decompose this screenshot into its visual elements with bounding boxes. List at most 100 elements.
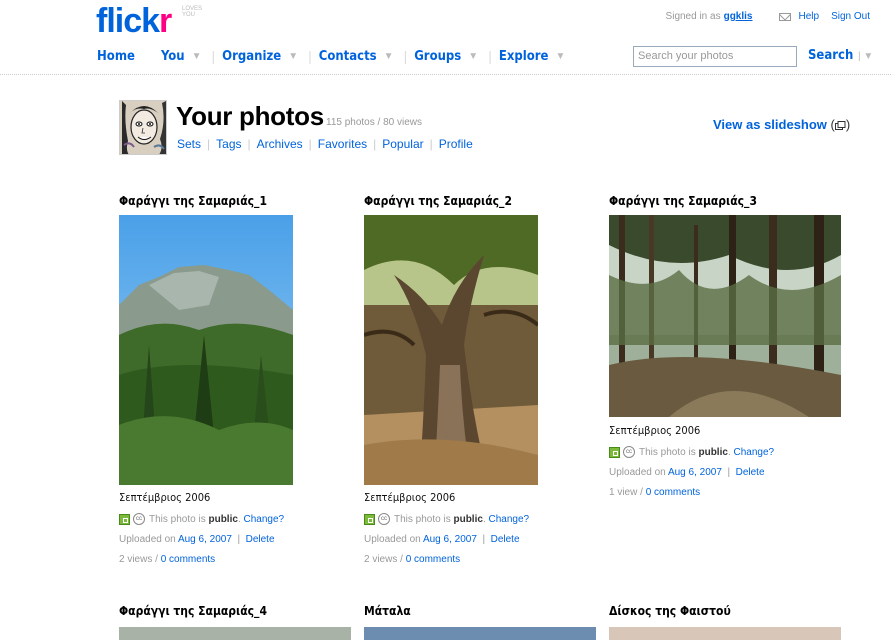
photo-thumbnail[interactable] (609, 627, 841, 640)
photo-date: Σεπτέμβριος 2006 (609, 424, 701, 437)
privacy-value: public (453, 514, 483, 525)
photo-title[interactable]: Δίσκος της Φαιστού (609, 604, 849, 618)
view-as-slideshow-link[interactable]: View as slideshow () (713, 117, 850, 132)
cc-license-icon[interactable]: cc (378, 513, 390, 526)
photo-thumbnail[interactable] (364, 215, 538, 485)
photo-title[interactable]: Φαράγγι της Σαμαριάς_1 (119, 194, 359, 208)
delete-link[interactable]: Delete (491, 534, 520, 545)
subnav-profile[interactable]: Profile (439, 137, 473, 151)
signed-in-label: Signed in as (665, 11, 721, 22)
photo-item: Φαράγγι της Σαμαριάς_3 (609, 194, 849, 208)
privacy-value: public (208, 514, 238, 525)
privacy-prefix: This photo is (394, 514, 451, 525)
logo-tagline: LOVES YOU (182, 6, 203, 18)
subnav-popular[interactable]: Popular (382, 137, 423, 151)
privacy-line: cc This photo is public. Change? (364, 510, 604, 530)
search-button[interactable]: Search (808, 48, 853, 63)
privacy-icon (364, 513, 375, 525)
photo-thumbnail[interactable] (364, 627, 596, 640)
subnav-sets[interactable]: Sets (177, 137, 201, 151)
photo-info: Σεπτέμβριος 2006 cc This photo is public.… (609, 424, 849, 503)
flickr-logo[interactable]: flickr LOVES YOU (96, 2, 202, 40)
photo-count: 115 photos / 80 views (326, 117, 422, 128)
views-count: 2 views (119, 554, 153, 565)
nav-divider: | (488, 48, 492, 64)
privacy-icon (119, 513, 130, 525)
account-bar: Signed in as ggklis Help Sign Out (666, 11, 870, 22)
privacy-prefix: This photo is (639, 447, 696, 458)
chevron-down-icon[interactable]: ▼ (192, 51, 202, 62)
slideshow-label: View as slideshow (713, 117, 827, 132)
comments-link[interactable]: 0 comments (646, 487, 700, 498)
upload-date-link[interactable]: Aug 6, 2007 (423, 534, 477, 545)
photo-item: Φαράγγι της Σαμαριάς_4 (119, 604, 359, 618)
username-link[interactable]: ggklis (724, 11, 753, 22)
subnav-tags[interactable]: Tags (216, 137, 241, 151)
chevron-down-icon[interactable]: ▼ (555, 51, 565, 62)
nav-groups[interactable]: Groups (414, 49, 461, 64)
photo-thumbnail[interactable] (119, 215, 293, 485)
nav-divider: | (403, 48, 408, 64)
photo-title[interactable]: Φαράγγι της Σαμαριάς_3 (609, 194, 849, 208)
change-privacy-link[interactable]: Change? (244, 514, 285, 525)
upload-line: Uploaded on Aug 6, 2007 | Delete (119, 534, 275, 545)
privacy-value: public (698, 447, 728, 458)
nav-home[interactable]: Home (97, 49, 135, 64)
slideshow-icon: () (830, 117, 851, 132)
uploaded-prefix: Uploaded on (119, 534, 176, 545)
nav-divider: | (308, 48, 312, 64)
search-input[interactable]: Search your photos (633, 46, 797, 67)
chevron-down-icon[interactable]: ▼ (384, 51, 394, 62)
photo-date: Σεπτέμβριος 2006 (364, 491, 456, 504)
chevron-down-icon[interactable]: | ▼ (858, 51, 873, 62)
comments-link[interactable]: 0 comments (406, 554, 460, 565)
photo-title[interactable]: Φαράγγι της Σαμαριάς_2 (364, 194, 604, 208)
upload-date-link[interactable]: Aug 6, 2007 (178, 534, 232, 545)
delete-link[interactable]: Delete (736, 467, 765, 478)
mail-icon[interactable] (778, 12, 791, 21)
photo-subnav: Sets | Tags | Archives | Favorites | Popular… (177, 137, 473, 151)
photo-thumbnail[interactable] (119, 627, 351, 640)
change-privacy-link[interactable]: Change? (734, 447, 775, 458)
stats-line: 2 views / 0 comments (364, 554, 461, 565)
upload-line: Uploaded on Aug 6, 2007 | Delete (609, 467, 765, 478)
chevron-down-icon[interactable]: ▼ (468, 51, 478, 62)
privacy-icon (609, 446, 620, 458)
privacy-line: cc This photo is public. Change? (119, 510, 359, 530)
nav-explore[interactable]: Explore (499, 49, 549, 64)
delete-link[interactable]: Delete (246, 534, 275, 545)
photo-date: Σεπτέμβριος 2006 (119, 491, 211, 504)
help-link[interactable]: Help (799, 11, 820, 22)
photo-item: Μάταλα (364, 604, 604, 618)
page-title: Your photos (176, 101, 324, 131)
photo-item: Δίσκος της Φαιστού (609, 604, 849, 618)
avatar[interactable] (119, 100, 167, 155)
photo-info: Σεπτέμβριος 2006 cc This photo is public.… (364, 491, 604, 570)
main-nav: Home You ▼ | Organize ▼ | Contacts ▼ | G… (97, 48, 575, 64)
photo-item: Φαράγγι της Σαμαριάς_1 (119, 194, 359, 208)
upload-date-link[interactable]: Aug 6, 2007 (668, 467, 722, 478)
cc-license-icon[interactable]: cc (133, 513, 145, 526)
uploaded-prefix: Uploaded on (609, 467, 666, 478)
photo-title[interactable]: Μάταλα (364, 604, 604, 618)
stats-line: 1 view / 0 comments (609, 487, 701, 498)
comments-link[interactable]: 0 comments (161, 554, 215, 565)
nav-contacts[interactable]: Contacts (319, 49, 377, 64)
subnav-favorites[interactable]: Favorites (318, 137, 367, 151)
chevron-down-icon[interactable]: ▼ (288, 51, 298, 62)
sign-out-link[interactable]: Sign Out (831, 11, 870, 22)
change-privacy-link[interactable]: Change? (489, 514, 530, 525)
logo-text: flickr (96, 2, 172, 40)
privacy-line: cc This photo is public. Change? (609, 443, 849, 463)
nav-divider: | (211, 48, 216, 64)
subnav-archives[interactable]: Archives (257, 137, 303, 151)
subnav-divider: | (308, 137, 312, 151)
cc-license-icon[interactable]: cc (623, 446, 635, 459)
nav-organize[interactable]: Organize (222, 49, 281, 64)
photo-item: Φαράγγι της Σαμαριάς_2 (364, 194, 604, 208)
header-divider (0, 74, 891, 75)
uploaded-prefix: Uploaded on (364, 534, 421, 545)
nav-you[interactable]: You (161, 49, 185, 64)
photo-thumbnail[interactable] (609, 215, 841, 417)
photo-title[interactable]: Φαράγγι της Σαμαριάς_4 (119, 604, 359, 618)
